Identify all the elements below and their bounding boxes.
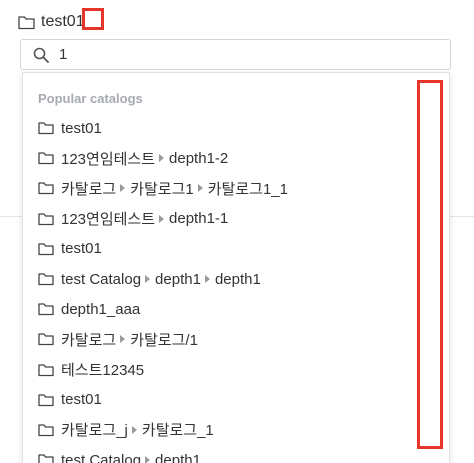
catalog-breadcrumb-label: depth1 (155, 451, 201, 463)
caret-right-icon (197, 184, 203, 193)
folder-icon (38, 363, 54, 376)
catalog-breadcrumb-label: test01 (61, 119, 102, 137)
catalog-breadcrumb-label: test01 (61, 391, 102, 409)
folder-icon (38, 152, 54, 165)
catalog-list-item[interactable]: test Catalog depth1 (23, 445, 449, 463)
catalog-list-item[interactable]: 카탈로그 카탈로그1 카탈로그1_1 (23, 173, 449, 203)
catalog-breadcrumb-label: 카탈로그1 (130, 180, 194, 198)
folder-icon (38, 333, 54, 346)
folder-icon (38, 243, 54, 255)
folder-icon (18, 15, 35, 29)
catalog-selector-page: test01 Popular catalogs test01 123연임테스트 de… (0, 0, 474, 463)
catalog-breadcrumb-label: 카탈로그 (61, 331, 117, 349)
catalog-breadcrumb-label: 123연임테스트 (61, 150, 156, 168)
catalog-list-item[interactable]: 123연임테스트 depth1-1 (23, 204, 449, 234)
catalog-breadcrumb-label: depth1-1 (169, 210, 229, 228)
catalog-title: test01 (41, 13, 85, 30)
section-title-popular-catalogs: Popular catalogs (38, 91, 143, 106)
folder-icon (38, 424, 54, 437)
background-divider-right (450, 216, 474, 217)
catalog-breadcrumb-label: test01 (61, 240, 102, 258)
search-icon (33, 47, 49, 63)
folder-icon (38, 213, 54, 225)
catalog-breadcrumb-label: depth1 (214, 270, 261, 288)
catalog-breadcrumb-label: depth1-2 (169, 149, 229, 167)
catalog-list-item[interactable]: 카탈로그 카탈로그/1 (23, 324, 449, 354)
search-box[interactable] (20, 39, 451, 70)
caret-right-icon (159, 154, 165, 163)
catalog-breadcrumb-label: 카탈로그/1 (130, 331, 198, 349)
catalog-breadcrumb-label: 테스트12345 (61, 362, 145, 380)
folder-icon (38, 454, 54, 463)
folder-icon (38, 182, 54, 195)
caret-right-icon (145, 275, 151, 284)
catalog-breadcrumb-label: depth1 (155, 270, 201, 288)
catalog-header[interactable]: test01 (18, 10, 85, 34)
search-input[interactable] (59, 46, 429, 63)
catalog-list-item[interactable]: depth1_aaa (23, 294, 449, 324)
catalog-breadcrumb-label: test Catalog (61, 451, 142, 463)
catalog-list-item[interactable]: 카탈로그_j 카탈로그_1 (23, 415, 449, 445)
caret-right-icon (145, 456, 151, 463)
catalog-breadcrumb-label: test Catalog (61, 270, 142, 288)
catalog-list-item[interactable]: test01 (23, 385, 449, 415)
folder-icon (38, 394, 54, 406)
catalog-list-item[interactable]: test Catalog depth1 depth1 (23, 264, 449, 294)
folder-icon (38, 122, 54, 135)
catalog-list-item[interactable]: 테스트12345 (23, 355, 449, 385)
highlight-box-title-end (82, 8, 104, 30)
background-divider-left (0, 216, 22, 217)
folder-icon (38, 303, 54, 316)
catalog-list: test01 123연임테스트 depth1-2 카탈로그 카탈로그1 카탈로그1_1 12… (23, 113, 449, 463)
catalog-list-item[interactable]: 123연임테스트 depth1-2 (23, 143, 449, 173)
folder-icon (38, 273, 54, 286)
catalog-breadcrumb-label: 카탈로그_1 (141, 422, 214, 440)
caret-right-icon (204, 275, 210, 284)
catalog-breadcrumb-label: 카탈로그_j (61, 422, 128, 440)
caret-right-icon (159, 214, 165, 223)
catalog-list-item[interactable]: test01 (23, 113, 449, 143)
caret-right-icon (120, 335, 126, 344)
catalog-breadcrumb-label: 123연임테스트 (61, 211, 156, 229)
highlight-box-scroll-area (417, 80, 443, 449)
caret-right-icon (120, 184, 126, 193)
caret-right-icon (131, 425, 137, 434)
catalog-breadcrumb-label: 카탈로그1_1 (207, 180, 288, 198)
catalog-dropdown: Popular catalogs test01 123연임테스트 depth1-2 카… (22, 72, 450, 463)
catalog-list-item[interactable]: test01 (23, 234, 449, 264)
catalog-breadcrumb-label: depth1_aaa (61, 300, 141, 318)
catalog-breadcrumb-label: 카탈로그 (61, 180, 117, 198)
